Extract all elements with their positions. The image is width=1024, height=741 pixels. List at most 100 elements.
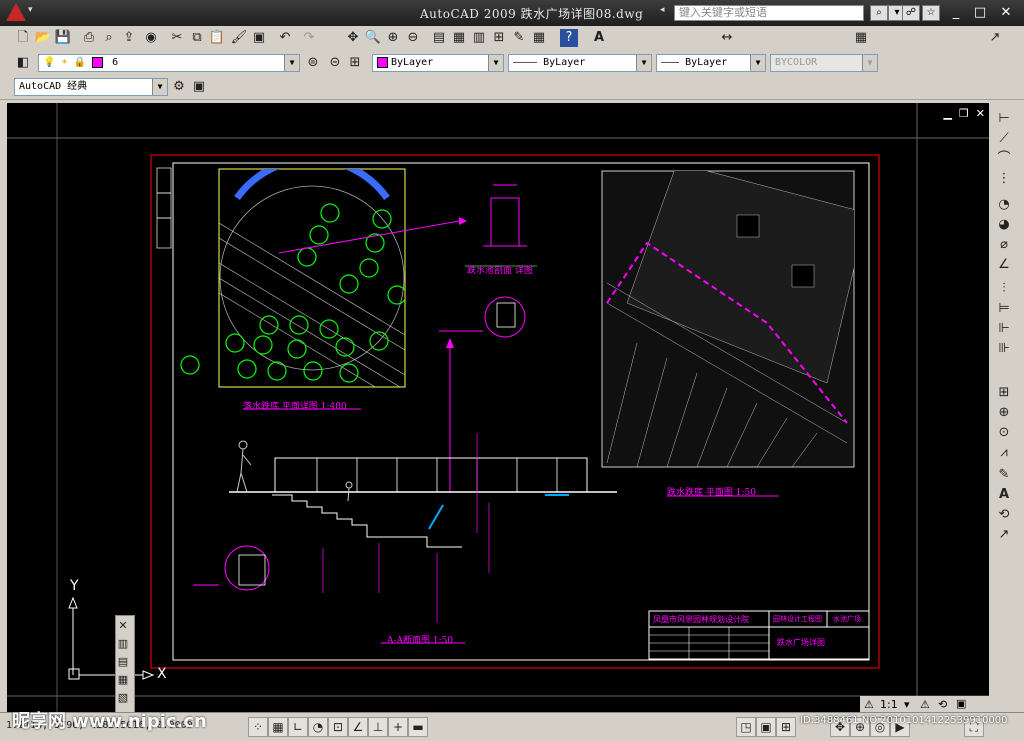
plot-preview-icon[interactable]: ⌕	[100, 29, 118, 47]
dynamic-ucs-button[interactable]: ⊥	[368, 717, 388, 737]
lineweight-select[interactable]: ——— ByLayer ▼	[656, 54, 766, 72]
quick-view-button[interactable]: ⊞	[776, 717, 796, 737]
layer-freeze-icon: ☀	[61, 57, 68, 68]
quick-dimension-icon[interactable]: ⫶	[993, 279, 1015, 298]
dimension-edit-icon[interactable]: ✎	[993, 465, 1015, 484]
help-search-input[interactable]: 键入关键字或短语	[674, 5, 864, 21]
save-icon[interactable]: 💾	[54, 29, 72, 47]
object-snap-tracking-button[interactable]: ∠	[348, 717, 368, 737]
drawing-canvas[interactable]: ▁ ❐ ✕ 落水跌底 平面详图 1:400 跌水池剖面 详图 跌水跌底 平面图 …	[7, 103, 989, 713]
text-style-icon[interactable]: A	[590, 29, 608, 47]
floating-tool-icon-4[interactable]: ▧	[114, 688, 132, 707]
dimension-space-icon[interactable]: ⊪	[993, 339, 1015, 358]
floating-tool-icon-2[interactable]: ▤	[114, 652, 132, 671]
block-editor-icon[interactable]: ▣	[250, 29, 268, 47]
dynamic-input-button[interactable]: +	[388, 717, 408, 737]
title-block-project: 凤凰市风景园林规划设计院	[653, 615, 749, 624]
redo-icon[interactable]: ↷	[300, 29, 318, 47]
tolerance-icon[interactable]: ⊞	[993, 383, 1015, 402]
center-mark-icon[interactable]: ⊕	[993, 403, 1015, 422]
arc-length-icon[interactable]: ⌒	[993, 149, 1015, 168]
favorites-star-icon[interactable]: ☆	[922, 5, 940, 21]
grid-display-button[interactable]: ▦	[268, 717, 288, 737]
color-select[interactable]: ByLayer ▼	[372, 54, 504, 72]
workspace-switch-icon[interactable]: ▣	[956, 697, 966, 710]
search-expand-icon[interactable]: ◂	[660, 5, 665, 15]
auto-scale-icon[interactable]: ⟲	[938, 698, 947, 711]
3d-dwf-icon[interactable]: ◉	[142, 29, 160, 47]
markup-icon[interactable]: ✎	[510, 29, 528, 47]
ucs-x-label: X	[157, 666, 167, 682]
jogged-icon[interactable]: ◕	[993, 215, 1015, 234]
radius-icon[interactable]: ◔	[993, 195, 1015, 214]
continue-icon[interactable]: ⊩	[993, 319, 1015, 338]
pan-icon[interactable]: ✥	[344, 29, 362, 47]
scale-dropdown-icon[interactable]: ▾	[904, 698, 910, 711]
communication-center-icon[interactable]: ☍	[902, 5, 920, 21]
undo-icon[interactable]: ↶	[276, 29, 294, 47]
inspection-icon[interactable]: ⊙	[993, 423, 1015, 442]
dimension-update-icon[interactable]: ⟲	[993, 505, 1015, 524]
workspace-select[interactable]: AutoCAD 经典 ▼	[14, 78, 168, 96]
autocad-logo-icon[interactable]	[6, 3, 26, 21]
zoom-window-icon[interactable]: ⊕	[384, 29, 402, 47]
annotation-scale[interactable]: 1:1	[880, 698, 898, 711]
properties-icon[interactable]: ▤	[430, 29, 448, 47]
layer-previous-icon[interactable]: ⊝	[326, 54, 344, 72]
tool-palettes-icon[interactable]: ▥	[470, 29, 488, 47]
multileader-style-icon[interactable]: ↗	[986, 29, 1004, 47]
cut-icon[interactable]: ✂	[168, 29, 186, 47]
linetype-select[interactable]: ———— ByLayer ▼	[508, 54, 652, 72]
floating-tool-icon-1[interactable]: ▥	[114, 634, 132, 653]
status-bar: 1.2114, 5790, 4282.5016, 0.0000 ⁘ ▦ ∟ ◔ …	[0, 711, 1024, 741]
ortho-mode-button[interactable]: ∟	[288, 717, 308, 737]
copy-icon[interactable]: ⧉	[188, 29, 206, 47]
search-icon[interactable]: ⌕	[870, 5, 888, 21]
zoom-realtime-icon[interactable]: 🔍	[364, 29, 382, 47]
publish-icon[interactable]: ⇪	[120, 29, 138, 47]
lineweight-button[interactable]: ▬	[408, 717, 428, 737]
new-file-icon[interactable]: 🗋	[14, 29, 32, 47]
paste-icon[interactable]: 📋	[208, 29, 226, 47]
object-snap-button[interactable]: ⊡	[328, 717, 348, 737]
ordinate-icon[interactable]: ⋮	[993, 169, 1015, 188]
snap-mode-button[interactable]: ⁘	[248, 717, 268, 737]
layer-manager-icon[interactable]: ◧	[14, 54, 32, 72]
floating-tool-icon-3[interactable]: ▦	[114, 670, 132, 689]
sheet-set-icon[interactable]: ⊞	[490, 29, 508, 47]
workspace-settings-icon[interactable]: ⚙	[170, 78, 188, 96]
linear-dimension-icon[interactable]: ⊢	[993, 109, 1015, 128]
zoom-previous-icon[interactable]: ⊖	[404, 29, 422, 47]
layer-select[interactable]: 💡 ☀ 🔒 6 ▼	[38, 54, 300, 72]
maximize-button[interactable]: □	[970, 4, 990, 22]
baseline-icon[interactable]: ⊨	[993, 299, 1015, 318]
layer-states-icon[interactable]: ⊞	[346, 54, 364, 72]
open-folder-icon[interactable]: 📂	[34, 29, 52, 47]
minimize-button[interactable]: _	[946, 4, 966, 22]
help-icon[interactable]: ?	[560, 29, 578, 47]
jogged-linear-icon[interactable]: ⩘	[993, 443, 1015, 462]
polar-tracking-button[interactable]: ◔	[308, 717, 328, 737]
title-bar: ▾ AutoCAD 2009 跌水广场详图08.dwg ◂ 键入关键字或短语 ⌕…	[0, 0, 1024, 26]
dimension-text-edit-icon[interactable]: A	[993, 485, 1015, 504]
angular-icon[interactable]: ∠	[993, 255, 1015, 274]
design-center-icon[interactable]: ▦	[450, 29, 468, 47]
plot-icon[interactable]: ⎙	[80, 29, 98, 47]
dimension-style-icon[interactable]: ↗	[993, 525, 1015, 544]
menu-dropdown-icon[interactable]: ▾	[28, 5, 33, 15]
diameter-icon[interactable]: ⌀	[993, 235, 1015, 254]
quickcalc-icon[interactable]: ▦	[530, 29, 548, 47]
aligned-dimension-icon[interactable]: ⟋	[993, 129, 1015, 148]
match-properties-icon[interactable]: 🖌	[230, 29, 248, 47]
save-workspace-icon[interactable]: ▣	[190, 78, 208, 96]
plotstyle-select[interactable]: BYCOLOR ▼	[770, 54, 878, 72]
window-title: AutoCAD 2009 跌水广场详图08.dwg	[420, 7, 644, 21]
annotation-visibility-icon[interactable]: ⚠	[920, 698, 930, 711]
model-button[interactable]: ◳	[736, 717, 756, 737]
dim-style-icon[interactable]: ↔	[718, 29, 736, 47]
close-button[interactable]: ✕	[996, 4, 1016, 22]
layout-button[interactable]: ▣	[756, 717, 776, 737]
floating-close-icon[interactable]: ✕	[114, 616, 132, 635]
make-object-layer-current-icon[interactable]: ⊜	[304, 54, 322, 72]
table-style-icon[interactable]: ▦	[852, 29, 870, 47]
